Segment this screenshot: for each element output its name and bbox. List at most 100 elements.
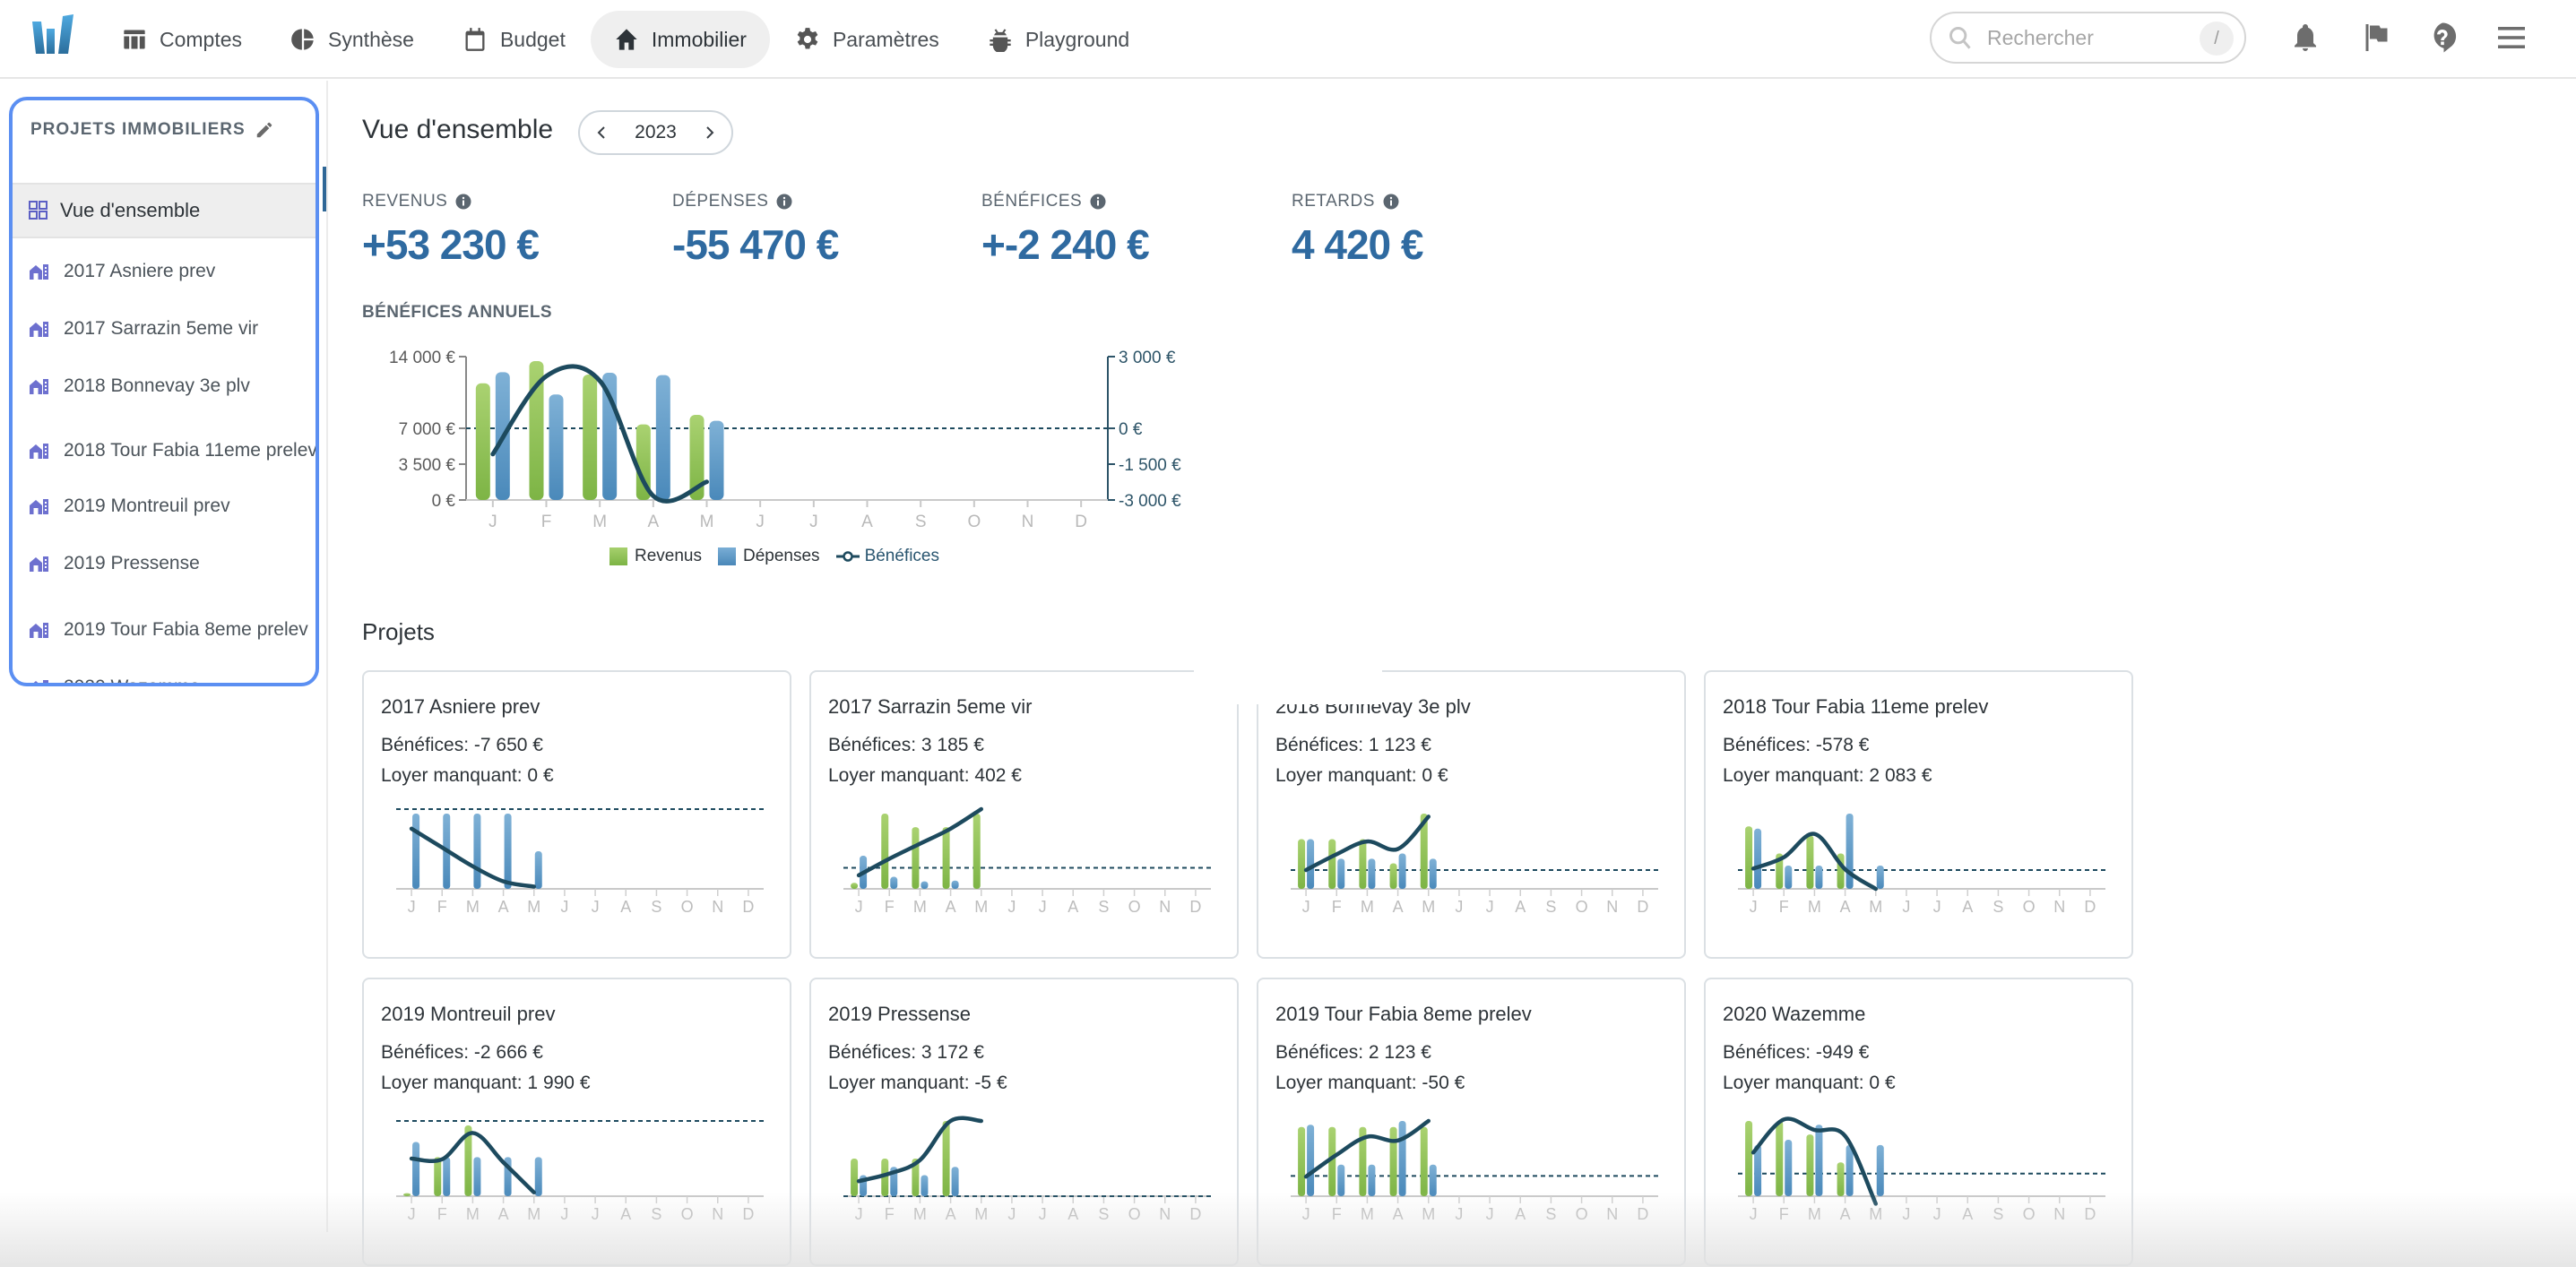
active-item-indicator [323, 167, 326, 211]
project-loyer-manquant: Loyer manquant: 2 083 € [1723, 765, 1932, 786]
sidebar-item-label: Vue d'ensemble [60, 199, 201, 221]
x-tick-label: O [967, 513, 981, 531]
x-tick-label: J [1750, 1205, 1758, 1223]
nav-budget[interactable]: Budget [439, 11, 589, 68]
notifications-button[interactable] [2289, 22, 2321, 54]
bar-depenses [473, 814, 481, 889]
x-tick-label: N [712, 1205, 723, 1223]
chevron-right-icon[interactable] [701, 125, 717, 141]
legend-line-marker [835, 551, 860, 562]
pencil-icon[interactable] [255, 120, 274, 140]
bar-revenus [1328, 839, 1336, 889]
building-icon [33, 680, 48, 683]
x-tick-label: D [1189, 1205, 1201, 1223]
x-tick-label: A [498, 898, 509, 916]
bar-revenus[interactable] [583, 375, 598, 500]
flag-button[interactable] [2359, 22, 2391, 54]
chevron-left-icon[interactable] [594, 125, 610, 141]
x-tick-label: F [885, 1205, 895, 1223]
project-benefices: Bénéfices: 3 185 € [828, 735, 984, 755]
bar-revenus [1745, 1121, 1753, 1196]
bar-revenus[interactable] [475, 383, 490, 500]
kpi-label: BÉNÉFICES [981, 192, 1149, 211]
x-tick-label: O [1576, 898, 1588, 916]
x-tick-label: J [408, 1205, 416, 1223]
bar-revenus [1806, 835, 1814, 889]
pie-chart-icon [291, 29, 314, 50]
sidebar-item-8[interactable]: 2020 Wazemme [13, 665, 316, 683]
nav-synthese[interactable]: Synthèse [267, 11, 437, 68]
bar-depenses[interactable] [709, 420, 724, 500]
nav-immobilier[interactable]: Immobilier [590, 11, 770, 68]
x-tick-label: A [1068, 1205, 1078, 1223]
project-card[interactable]: 2017 Sarrazin 5eme vir Bénéfices: 3 185 €… [809, 670, 1239, 959]
building-icon [30, 322, 48, 337]
sidebar-item-3[interactable]: 2018 Bonnevay 3e plv [13, 364, 316, 409]
sidebar-item-4[interactable]: 2018 Tour Fabia 11eme prelev [13, 419, 316, 482]
search-input[interactable]: Rechercher [1987, 26, 2094, 50]
x-tick-label: D [2084, 898, 2096, 916]
info-icon[interactable] [1383, 194, 1399, 210]
x-tick-label: F [437, 1205, 447, 1223]
kpi-value: 4 420 € [1292, 221, 1423, 268]
info-icon[interactable] [776, 194, 792, 210]
x-tick-label: J [560, 1205, 568, 1223]
project-loyer-manquant: Loyer manquant: 0 € [1723, 1073, 1896, 1093]
bar-depenses[interactable] [549, 394, 564, 500]
info-icon[interactable] [1090, 194, 1106, 210]
nav-playground[interactable]: Playground [964, 11, 1153, 68]
search-icon [1949, 27, 1971, 49]
info-icon[interactable] [455, 194, 471, 210]
x-tick-label: J [488, 513, 497, 531]
help-button[interactable] [2426, 22, 2459, 54]
legend-revenus[interactable]: Revenus [609, 547, 702, 566]
sidebar-item-5[interactable]: 2019 Montreuil prev [13, 484, 316, 529]
x-tick-label: A [1068, 898, 1078, 916]
legend-benefices[interactable]: Bénéfices [835, 547, 939, 566]
bar-depenses [504, 814, 512, 889]
project-card[interactable]: 2019 Tour Fabia 8eme prelev Bénéfices: 2 … [1257, 978, 1686, 1266]
search-box[interactable]: Rechercher / [1930, 12, 2246, 64]
search-shortcut-badge: / [2200, 22, 2234, 56]
sidebar-item-label: 2018 Bonnevay 3e plv [64, 375, 250, 396]
x-tick-label: A [1962, 1205, 1973, 1223]
project-card[interactable]: 2019 Pressense Bénéfices: 3 172 € Loyer ma… [809, 978, 1239, 1266]
bar-depenses [1754, 828, 1762, 889]
project-benefices: Bénéfices: 2 123 € [1275, 1042, 1431, 1063]
bar-revenus [1298, 1126, 1306, 1196]
line-benefices [409, 826, 536, 889]
x-tick-label: J [855, 1205, 863, 1223]
x-tick-label: S [1545, 1205, 1556, 1223]
sidebar-item-6[interactable]: 2019 Pressense [13, 541, 316, 586]
x-tick-label: J [1302, 1205, 1310, 1223]
sidebar-item-2[interactable]: 2017 Sarrazin 5eme vir [13, 306, 316, 351]
x-tick-label: F [885, 898, 895, 916]
nav-budget-label: Budget [499, 27, 566, 51]
project-card[interactable]: 2020 Wazemme Bénéfices: -949 € Loyer manqu… [1704, 978, 2133, 1266]
x-tick-label: S [1545, 898, 1556, 916]
x-tick-label: A [1515, 1205, 1526, 1223]
bar-depenses [951, 1167, 959, 1196]
sidebar-item-label: 2020 Wazemme [64, 675, 200, 683]
sidebar-item-7[interactable]: 2019 Tour Fabia 8eme prelev [13, 599, 316, 661]
x-tick-label: N [2053, 1205, 2065, 1223]
x-tick-label: J [592, 898, 600, 916]
sidebar-item-0[interactable]: Vue d'ensemble [13, 183, 316, 238]
main-menu-button[interactable] [2495, 22, 2528, 54]
nav-comptes[interactable]: Comptes [99, 11, 265, 68]
project-card[interactable]: 2018 Bonnevay 3e plv Bénéfices: 1 123 € Lo… [1257, 670, 1686, 959]
project-benefices: Bénéfices: -949 € [1723, 1042, 1870, 1063]
bar-depenses[interactable] [655, 375, 670, 500]
sidebar-item-1[interactable]: 2017 Asniere prev [13, 249, 316, 294]
legend-depenses[interactable]: Dépenses [718, 547, 820, 566]
x-tick-label: N [1606, 1205, 1618, 1223]
x-tick-label: S [1993, 898, 2003, 916]
line-benefices[interactable] [490, 364, 709, 504]
x-tick-label: S [1993, 1205, 2003, 1223]
project-card[interactable]: 2018 Tour Fabia 11eme prelev Bénéfices: -… [1704, 670, 2133, 959]
project-card[interactable]: 2019 Montreuil prev Bénéfices: -2 666 € Lo… [362, 978, 791, 1266]
nav-parametres[interactable]: Paramètres [772, 11, 963, 68]
bar-depenses [1815, 1125, 1823, 1196]
project-card[interactable]: 2017 Asniere prev Bénéfices: -7 650 € Loye… [362, 670, 791, 959]
app-logo[interactable] [30, 14, 77, 56]
